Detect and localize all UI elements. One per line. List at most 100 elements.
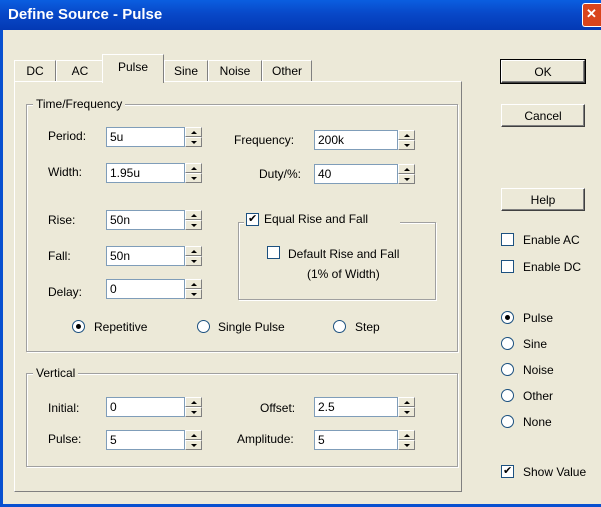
default-rise-fall-checkbox[interactable] <box>267 246 280 259</box>
rise-fall-group <box>238 222 436 300</box>
tab-label: Sine <box>173 64 199 78</box>
delay-label: Delay: <box>48 285 83 299</box>
title-bar[interactable]: Define Source - Pulse <box>0 0 601 30</box>
source-other-radio[interactable] <box>501 389 514 402</box>
time-frequency-title: Time/Frequency <box>33 97 126 111</box>
width-label: Width: <box>48 165 83 179</box>
spin-down-icon[interactable] <box>185 289 202 299</box>
tab-ac[interactable]: AC <box>56 60 104 81</box>
amplitude-input[interactable]: 5 <box>314 430 398 450</box>
spin-down-icon[interactable] <box>398 140 415 150</box>
period-spinner[interactable]: 5u <box>106 127 202 147</box>
spin-up-icon[interactable] <box>398 430 415 440</box>
enable-dc-checkbox[interactable] <box>501 260 514 273</box>
spin-down-icon[interactable] <box>398 407 415 417</box>
rise-input[interactable]: 50n <box>106 210 185 230</box>
offset-spin-buttons[interactable] <box>398 397 415 417</box>
delay-spin-buttons[interactable] <box>185 279 202 299</box>
spin-down-icon[interactable] <box>185 173 202 183</box>
close-button[interactable] <box>582 3 601 27</box>
step-label: Step <box>355 320 380 334</box>
spin-up-icon[interactable] <box>185 246 202 256</box>
single-pulse-label: Single Pulse <box>218 320 285 334</box>
spin-down-icon[interactable] <box>185 407 202 417</box>
period-spin-buttons[interactable] <box>185 127 202 147</box>
offset-label: Offset: <box>260 401 296 415</box>
duty-spinner[interactable]: 40 <box>314 164 415 184</box>
frequency-spinner[interactable]: 200k <box>314 130 415 150</box>
step-radio[interactable] <box>333 320 346 333</box>
equal-rise-fall-checkbox[interactable] <box>246 212 259 226</box>
initial-spinner[interactable]: 0 <box>106 397 202 417</box>
source-pulse-label: Pulse <box>523 311 554 325</box>
fall-input[interactable]: 50n <box>106 246 185 266</box>
offset-input[interactable]: 2.5 <box>314 397 398 417</box>
spin-up-icon[interactable] <box>185 127 202 137</box>
spin-up-icon[interactable] <box>185 430 202 440</box>
help-button[interactable]: Help <box>501 188 585 211</box>
enable-ac-checkbox[interactable] <box>501 233 514 246</box>
source-noise-radio[interactable] <box>501 363 514 376</box>
rise-label: Rise: <box>48 213 76 227</box>
show-value-label: Show Value <box>523 465 587 479</box>
spin-up-icon[interactable] <box>398 397 415 407</box>
enable-ac-label: Enable AC <box>523 233 580 247</box>
delay-input[interactable]: 0 <box>106 279 185 299</box>
spin-up-icon[interactable] <box>185 397 202 407</box>
tab-label: AC <box>71 64 89 78</box>
fall-spinner[interactable]: 50n <box>106 246 202 266</box>
initial-spin-buttons[interactable] <box>185 397 202 417</box>
duty-spin-buttons[interactable] <box>398 164 415 184</box>
tab-dc[interactable]: DC <box>14 60 56 81</box>
rise-spinner[interactable]: 50n <box>106 210 202 230</box>
tab-other[interactable]: Other <box>262 60 312 81</box>
pulse-spin-buttons[interactable] <box>185 430 202 450</box>
tab-sine[interactable]: Sine <box>164 60 208 81</box>
source-pulse-radio[interactable] <box>501 311 514 324</box>
tab-noise[interactable]: Noise <box>208 60 262 81</box>
pulse-label: Pulse: <box>48 432 82 446</box>
period-input[interactable]: 5u <box>106 127 185 147</box>
single-pulse-radio[interactable] <box>197 320 210 333</box>
source-none-label: None <box>523 415 552 429</box>
spin-down-icon[interactable] <box>185 220 202 230</box>
pulse-spinner[interactable]: 5 <box>106 430 202 450</box>
source-sine-radio[interactable] <box>501 337 514 350</box>
frequency-spin-buttons[interactable] <box>398 130 415 150</box>
initial-input[interactable]: 0 <box>106 397 185 417</box>
spin-down-icon[interactable] <box>398 440 415 450</box>
spin-up-icon[interactable] <box>185 163 202 173</box>
spin-down-icon[interactable] <box>398 174 415 184</box>
spin-down-icon[interactable] <box>185 137 202 147</box>
ok-button[interactable]: OK <box>500 59 586 84</box>
spin-down-icon[interactable] <box>185 256 202 266</box>
fall-label: Fall: <box>48 249 71 263</box>
offset-spinner[interactable]: 2.5 <box>314 397 415 417</box>
default-rise-fall-sublabel: (1% of Width) <box>307 267 380 281</box>
width-input[interactable]: 1.95u <box>106 163 185 183</box>
width-spinner[interactable]: 1.95u <box>106 163 202 183</box>
show-value-checkbox[interactable] <box>501 464 514 478</box>
tab-pulse[interactable]: Pulse <box>102 54 164 83</box>
source-none-radio[interactable] <box>501 415 514 428</box>
width-spin-buttons[interactable] <box>185 163 202 183</box>
amplitude-spin-buttons[interactable] <box>398 430 415 450</box>
spin-up-icon[interactable] <box>398 130 415 140</box>
spin-up-icon[interactable] <box>185 210 202 220</box>
tab-label: DC <box>26 64 44 78</box>
equal-rise-fall-option[interactable]: Equal Rise and Fall <box>244 212 400 228</box>
fall-spin-buttons[interactable] <box>185 246 202 266</box>
cancel-button[interactable]: Cancel <box>501 104 585 127</box>
frequency-input[interactable]: 200k <box>314 130 398 150</box>
spin-up-icon[interactable] <box>185 279 202 289</box>
duty-input[interactable]: 40 <box>314 164 398 184</box>
delay-spinner[interactable]: 0 <box>106 279 202 299</box>
pulse-input[interactable]: 5 <box>106 430 185 450</box>
tab-label: Noise <box>219 64 251 78</box>
repetitive-radio[interactable] <box>72 320 85 333</box>
spin-down-icon[interactable] <box>185 440 202 450</box>
amplitude-spinner[interactable]: 5 <box>314 430 415 450</box>
rise-spin-buttons[interactable] <box>185 210 202 230</box>
duty-label: Duty/%: <box>259 167 302 181</box>
spin-up-icon[interactable] <box>398 164 415 174</box>
